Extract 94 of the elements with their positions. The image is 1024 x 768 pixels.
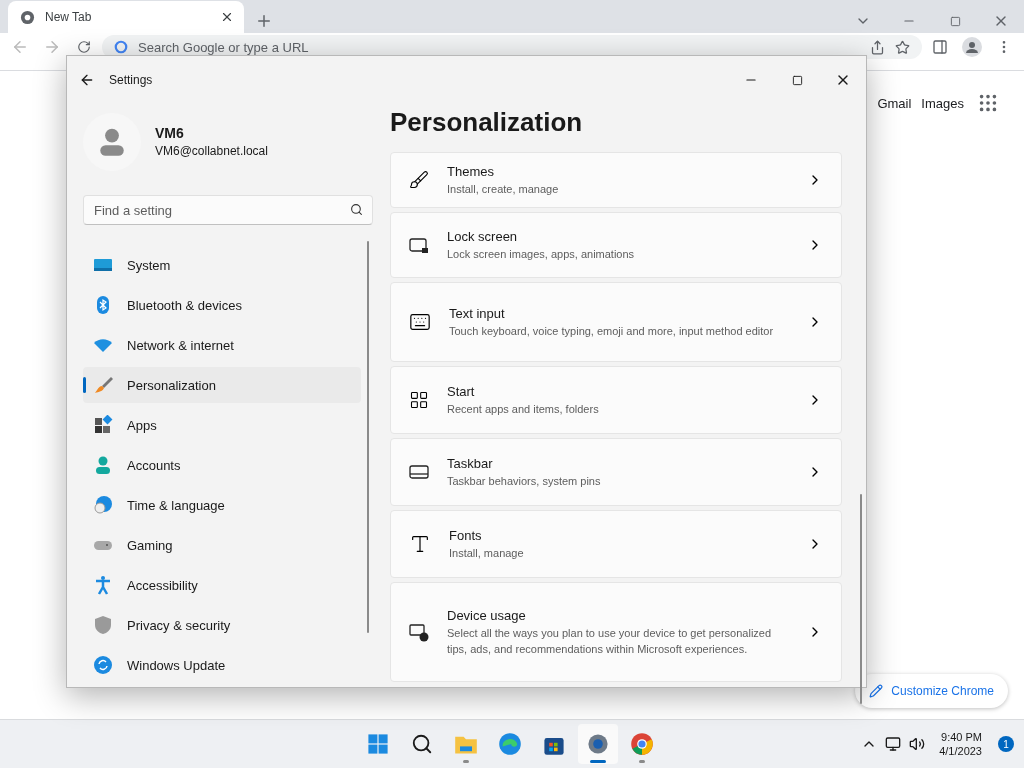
browser-tab[interactable]: New Tab [8,1,244,33]
card-title: Taskbar [447,455,494,471]
back-icon[interactable] [79,72,95,88]
nav-item[interactable]: Bluetooth & devices [83,287,361,323]
close-icon[interactable] [220,10,234,24]
reload-icon[interactable] [77,40,91,54]
settings-card[interactable]: Text input Touch keyboard, voice typing, emoji and more, input method editor [390,282,842,362]
running-indicator [463,760,469,763]
keyboard-icon [409,311,431,333]
nav-label: Windows Update [127,657,226,673]
window-title: Settings [109,73,153,87]
nav-item[interactable]: Privacy & security [83,607,361,643]
card-title: Fonts [449,527,483,543]
card-title: Start [447,383,476,399]
nav-item[interactable]: Time & language [83,487,361,523]
nav-label: Personalization [127,377,216,393]
start-menu-icon [409,390,429,410]
paintbrush-icon [93,375,113,395]
nav-item[interactable]: Accessibility [83,567,361,603]
nav-item[interactable]: Network & internet [83,327,361,363]
nav-label: System [127,257,171,273]
paintbrush-icon [409,170,429,190]
running-indicator [590,760,606,763]
page-heading: Personalization [390,105,584,139]
shield-icon [93,615,113,635]
network-icon[interactable] [885,736,902,752]
maximize-icon[interactable] [791,74,803,86]
taskbar-app[interactable] [578,724,618,764]
nav-item[interactable]: System [83,247,361,283]
settings-card[interactable]: Lock screen Lock screen images, apps, animations [390,212,842,278]
user-name: VM6 [155,125,185,141]
share-icon[interactable] [870,39,885,55]
new-tab-icon[interactable] [255,12,273,30]
address-placeholder: Search Google or type a URL [138,39,309,55]
card-description: Install, create, manage [447,181,560,197]
nav-label: Privacy & security [127,617,231,633]
tab-title: New Tab [45,10,93,24]
header-link[interactable]: Images [921,96,964,111]
accessibility-icon [93,575,113,595]
user-email: VM6@collabnet.local [155,144,268,158]
settings-card[interactable]: Device usage Select all the ways you plan to use your device to get personalized tips, ads, and recommendations within Microsoft experiences. [390,582,842,682]
nav-label: Accessibility [127,577,198,593]
nav-label: Time & language [127,497,225,513]
nav-item[interactable]: Windows Update [83,647,361,683]
customize-chrome-button[interactable]: Customize Chrome [855,674,1008,708]
sync-icon [93,655,113,675]
person-icon [93,455,113,475]
card-description: Taskbar behaviors, system pins [447,473,602,489]
card-description: Install, manage [449,545,525,561]
nav-label: Gaming [127,537,173,553]
nav-item[interactable]: Accounts [83,447,361,483]
card-title: Text input [449,305,506,321]
nav-label: Bluetooth & devices [127,297,242,313]
font-icon [409,533,431,555]
card-description: Select all the ways you plan to use your device to get personalized tips, ads, and recommendations within Microsoft experiences. [447,625,773,657]
lock-screen-icon [409,235,429,255]
nav-item[interactable]: Personalization [83,367,361,403]
nav-label: Apps [127,417,157,433]
search-icon [350,203,363,216]
card-description: Touch keyboard, voice typing, emoji and more, input method editor [449,323,775,339]
running-indicator [639,760,645,763]
nav-item[interactable]: Apps [83,407,361,443]
card-title: Lock screen [447,228,519,244]
nav-label: Network & internet [127,337,234,353]
card-title: Themes [447,163,495,179]
restore-icon[interactable] [949,15,961,27]
selection-indicator [83,377,86,393]
settings-card[interactable]: Start Recent apps and items, folders [390,366,842,434]
search-icon [411,733,433,755]
browser-wave-icon [498,732,522,756]
search-field[interactable]: Find a setting [83,195,373,225]
speaker-icon[interactable] [909,736,926,752]
device-check-icon [409,622,429,642]
settings-card[interactable]: Fonts Install, manage [390,510,842,578]
card-title: Device usage [447,607,527,623]
pencil-icon [869,684,884,698]
card-description: Lock screen images, apps, animations [447,246,636,262]
nav-label: Accounts [127,457,181,473]
nav-item[interactable]: Gaming [83,527,361,563]
settings-card[interactable]: Themes Install, create, manage [390,152,842,208]
profile-avatar-icon [962,37,982,57]
taskbar-icon [409,462,429,482]
star-icon[interactable] [895,39,910,55]
windows-logo-icon [366,732,390,756]
header-link[interactable]: Gmail [877,96,912,111]
clock[interactable]: 9:40 PM 4/1/2023 [939,731,982,757]
notification-badge[interactable]: 1 [998,736,1014,752]
apps-grid-icon[interactable] [977,92,999,114]
scrollbar[interactable] [860,494,862,704]
card-description: Recent apps and items, folders [447,401,600,417]
side-panel-icon[interactable] [932,39,948,55]
scrollbar[interactable] [367,241,369,633]
apps-icon [93,415,113,435]
settings-card[interactable]: Taskbar Taskbar behaviors, system pins [390,438,842,506]
